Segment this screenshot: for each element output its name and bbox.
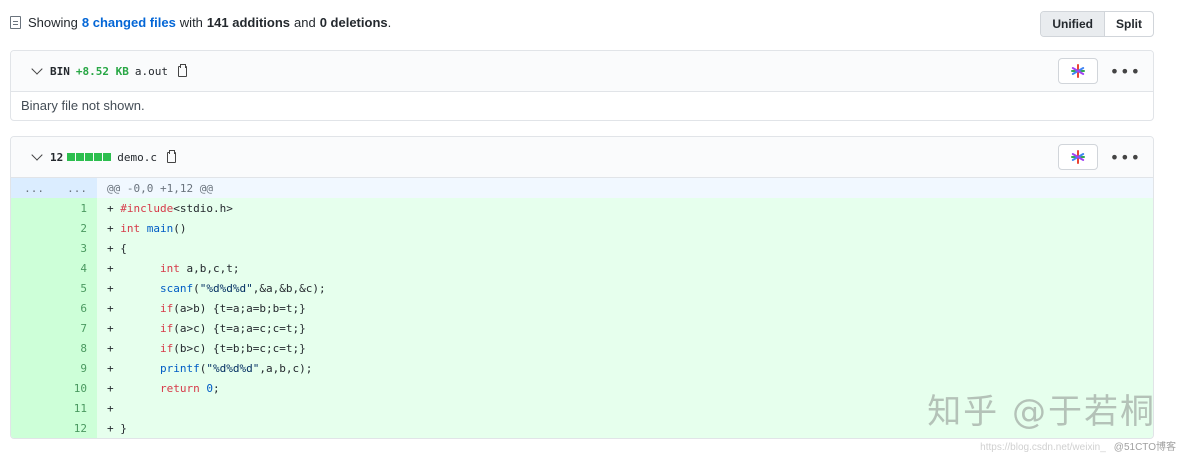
code-line: + printf("%d%d%d",a,b,c); xyxy=(97,358,1153,378)
diff-line-row: 6 + if(a>b) {t=a;a=b;b=t;} xyxy=(11,298,1153,318)
new-line-number[interactable]: 11 xyxy=(54,398,97,418)
diff-line-row: 7 + if(a>c) {t=a;a=c;c=t;} xyxy=(11,318,1153,338)
file-header: BIN +8.52 KB a.out ••• xyxy=(11,51,1153,92)
diff-line-row: 3 + { xyxy=(11,238,1153,258)
expand-new[interactable]: ... xyxy=(54,178,97,198)
old-line-number[interactable] xyxy=(11,358,54,378)
diff-line-row: 5 + scanf("%d%d%d",&a,&b,&c); xyxy=(11,278,1153,298)
hunk-header: @@ -0,0 +1,12 @@ xyxy=(97,178,1153,198)
watermark: 知乎 @于若桐 xyxy=(927,392,1156,432)
clipboard-icon[interactable] xyxy=(167,149,176,163)
file-header: 12 demo.c ••• xyxy=(11,137,1153,178)
diff-summary-bar: Showing 8 changed files with 141 additio… xyxy=(10,11,1154,37)
changed-files-link[interactable]: 8 changed files xyxy=(82,15,176,30)
code-line: + #include<stdio.h> xyxy=(97,198,1153,218)
binary-label: BIN xyxy=(50,64,70,78)
kebab-horizontal-icon[interactable]: ••• xyxy=(1110,62,1141,81)
diffstat-blocks xyxy=(67,153,112,161)
new-line-number[interactable]: 3 xyxy=(54,238,97,258)
kebab-horizontal-icon[interactable]: ••• xyxy=(1110,148,1141,167)
new-line-number[interactable]: 12 xyxy=(54,418,97,438)
footer-watermark: https://blog.csdn.net/weixin_ @51CTO博客 xyxy=(980,442,1176,453)
code-line: + if(a>c) {t=a;a=c;c=t;} xyxy=(97,318,1153,338)
deletions-count: 0 deletions xyxy=(319,15,388,30)
new-line-number[interactable]: 4 xyxy=(54,258,97,278)
change-count: 12 xyxy=(50,150,64,164)
new-line-number[interactable]: 8 xyxy=(54,338,97,358)
file-name[interactable]: demo.c xyxy=(117,151,157,164)
old-line-number[interactable] xyxy=(11,318,54,338)
file-actions: ••• xyxy=(1057,144,1141,170)
diff-line-row: 9 + printf("%d%d%d",a,b,c); xyxy=(11,358,1153,378)
old-line-number[interactable] xyxy=(11,298,54,318)
file-diff-icon xyxy=(10,16,21,29)
expand-old[interactable]: ... xyxy=(11,178,54,198)
file-actions: ••• xyxy=(1057,58,1141,84)
colorful-asterisk-icon xyxy=(1070,64,1085,78)
extension-button[interactable] xyxy=(1057,58,1098,84)
colorful-asterisk-icon xyxy=(1070,150,1085,164)
new-line-number[interactable]: 2 xyxy=(54,218,97,238)
old-line-number[interactable] xyxy=(11,198,54,218)
diff-line-row: 4 + int a,b,c,t; xyxy=(11,258,1153,278)
old-line-number[interactable] xyxy=(11,338,54,358)
hunk-header-row: ... ... @@ -0,0 +1,12 @@ xyxy=(11,178,1153,198)
split-button[interactable]: Split xyxy=(1105,12,1153,36)
diff-view-toggle: Unified Split xyxy=(1040,11,1154,37)
diff-line-row: 1 + #include<stdio.h> xyxy=(11,198,1153,218)
code-line: + if(b>c) {t=b;b=c;c=t;} xyxy=(97,338,1153,358)
binary-file-message: Binary file not shown. xyxy=(21,98,145,113)
new-line-number[interactable]: 7 xyxy=(54,318,97,338)
old-line-number[interactable] xyxy=(11,218,54,238)
old-line-number[interactable] xyxy=(11,278,54,298)
new-line-number[interactable]: 5 xyxy=(54,278,97,298)
new-line-number[interactable]: 6 xyxy=(54,298,97,318)
new-line-number[interactable]: 9 xyxy=(54,358,97,378)
additions-count: 141 additions xyxy=(206,15,290,30)
extension-button[interactable] xyxy=(1057,144,1098,170)
file-diff-a-out: BIN +8.52 KB a.out ••• Binary file not s… xyxy=(10,50,1154,121)
code-line: + int main() xyxy=(97,218,1153,238)
diff-line-row: 8 + if(b>c) {t=b;b=c;c=t;} xyxy=(11,338,1153,358)
clipboard-icon[interactable] xyxy=(177,63,187,77)
diff-summary: Showing 8 changed files with 141 additio… xyxy=(10,15,391,30)
code-line: + scanf("%d%d%d",&a,&b,&c); xyxy=(97,278,1153,298)
old-line-number[interactable] xyxy=(11,238,54,258)
old-line-number[interactable] xyxy=(11,398,54,418)
file-size: +8.52 KB xyxy=(75,64,129,78)
diff-line-row: 2 + int main() xyxy=(11,218,1153,238)
old-line-number[interactable] xyxy=(11,378,54,398)
old-line-number[interactable] xyxy=(11,258,54,278)
old-line-number[interactable] xyxy=(11,418,54,438)
code-line: + int a,b,c,t; xyxy=(97,258,1153,278)
code-line: + { xyxy=(97,238,1153,258)
chevron-down-icon[interactable] xyxy=(31,62,43,75)
new-line-number[interactable]: 1 xyxy=(54,198,97,218)
chevron-down-icon[interactable] xyxy=(31,148,43,161)
file-name[interactable]: a.out xyxy=(135,65,168,78)
unified-button[interactable]: Unified xyxy=(1041,12,1105,36)
code-line: + if(a>b) {t=a;a=b;b=t;} xyxy=(97,298,1153,318)
new-line-number[interactable]: 10 xyxy=(54,378,97,398)
